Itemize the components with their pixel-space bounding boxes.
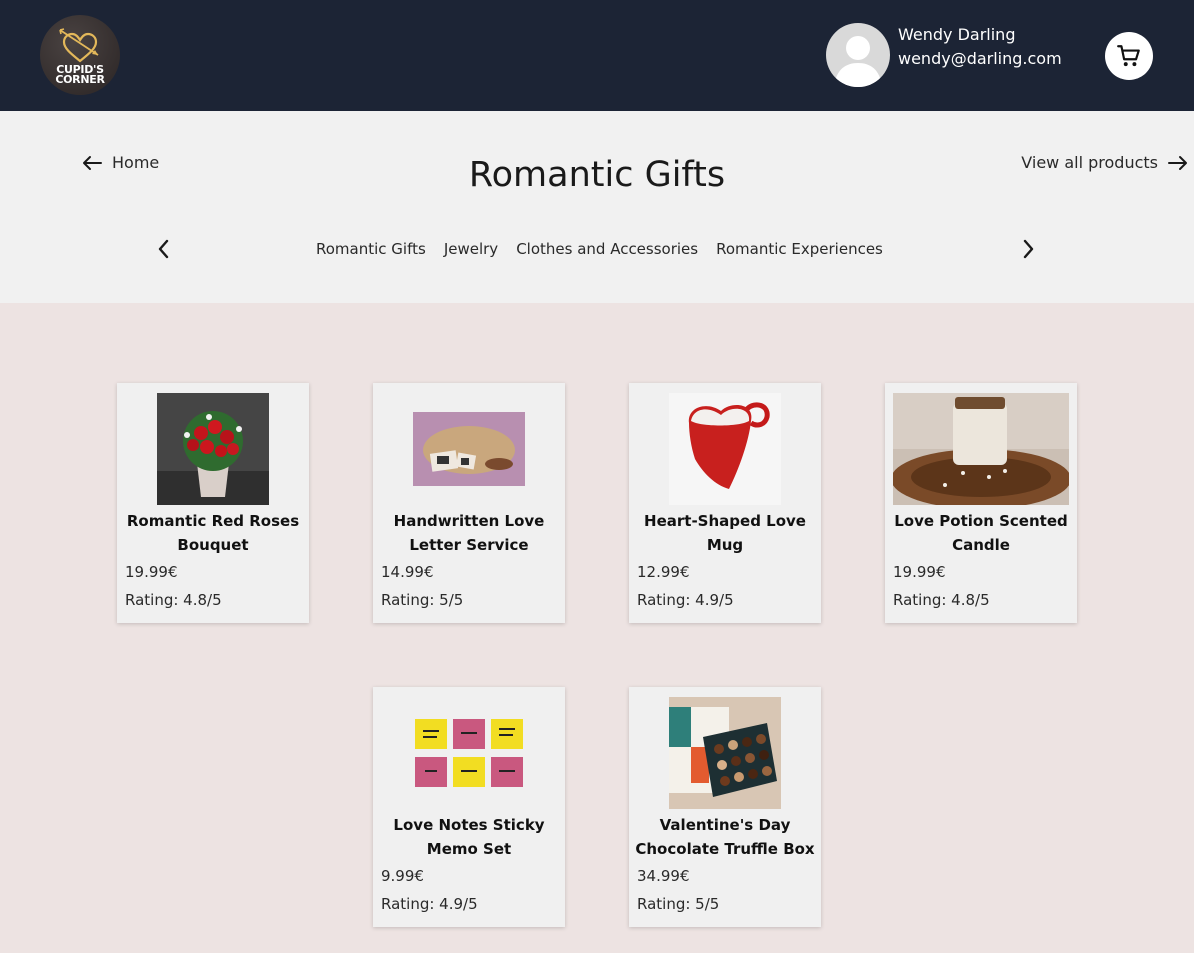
product-card[interactable]: Heart-Shaped Love Mug 12.99€ Rating: 4.9… xyxy=(629,383,821,623)
product-price: 14.99€ xyxy=(381,563,434,581)
product-rating: Rating: 5/5 xyxy=(381,591,464,609)
product-card[interactable]: Handwritten Love Letter Service 14.99€ R… xyxy=(373,383,565,623)
product-image-love-letter xyxy=(413,412,525,486)
product-rating: Rating: 4.9/5 xyxy=(381,895,478,913)
chevron-right-icon xyxy=(1023,239,1034,259)
product-rating: Rating: 4.9/5 xyxy=(637,591,734,609)
product-price: 34.99€ xyxy=(637,867,690,885)
view-all-products-label: View all products xyxy=(1021,153,1158,172)
category-clothes-and-accessories[interactable]: Clothes and Accessories xyxy=(516,240,698,258)
product-name: Love Potion Scented Candle xyxy=(894,512,1068,554)
product-price: 9.99€ xyxy=(381,867,424,885)
product-card[interactable]: Valentine's Day Chocolate Truffle Box 34… xyxy=(629,687,821,927)
product-rating: Rating: 4.8/5 xyxy=(893,591,990,609)
user-name: Wendy Darling xyxy=(898,25,1016,44)
category-jewelry[interactable]: Jewelry xyxy=(444,240,498,258)
product-rating: Rating: 5/5 xyxy=(637,895,720,913)
product-price: 19.99€ xyxy=(893,563,946,581)
product-image-roses xyxy=(157,393,269,505)
product-card[interactable]: Love Potion Scented Candle 19.99€ Rating… xyxy=(885,383,1077,623)
category-romantic-gifts[interactable]: Romantic Gifts xyxy=(316,240,426,258)
page-title: Romantic Gifts xyxy=(468,155,726,195)
product-image-chocolate-box xyxy=(669,697,781,809)
product-rating: Rating: 4.8/5 xyxy=(125,591,222,609)
cart-icon xyxy=(1117,45,1140,67)
person-icon xyxy=(834,36,882,87)
logo-text-line2: CORNER xyxy=(55,73,105,86)
categories-next-button[interactable] xyxy=(1016,237,1040,261)
categories-prev-button[interactable] xyxy=(152,237,176,261)
chevron-left-icon xyxy=(158,239,169,259)
page-header: Home Romantic Gifts View all products Ro… xyxy=(0,111,1194,303)
view-all-products-link[interactable]: View all products xyxy=(1021,153,1188,172)
arrow-right-icon xyxy=(1168,155,1187,170)
cupids-corner-logo[interactable]: CUPID'S CORNER xyxy=(40,15,120,95)
product-image-heart-mug xyxy=(669,393,781,505)
product-image-candle xyxy=(893,393,1069,505)
category-romantic-experiences[interactable]: Romantic Experiences xyxy=(716,240,883,258)
product-name: Heart-Shaped Love Mug xyxy=(644,512,806,554)
product-card[interactable]: Romantic Red Roses Bouquet 19.99€ Rating… xyxy=(117,383,309,623)
user-email: wendy@darling.com xyxy=(898,49,1062,68)
top-bar: CUPID'S CORNER Wendy Darling wendy@darli… xyxy=(0,0,1194,111)
product-image-sticky-notes xyxy=(413,715,525,791)
product-name: Romantic Red Roses Bouquet xyxy=(126,512,300,554)
product-name: Valentine's Day Chocolate Truffle Box xyxy=(635,816,815,858)
product-price: 19.99€ xyxy=(125,563,178,581)
product-name: Love Notes Sticky Memo Set xyxy=(393,816,545,858)
category-list: Romantic Gifts Jewelry Clothes and Acces… xyxy=(316,240,883,258)
user-avatar[interactable] xyxy=(826,23,890,87)
cart-button[interactable] xyxy=(1105,32,1153,80)
product-price: 12.99€ xyxy=(637,563,690,581)
product-name: Handwritten Love Letter Service xyxy=(393,512,545,554)
product-card[interactable]: Love Notes Sticky Memo Set 9.99€ Rating:… xyxy=(373,687,565,927)
